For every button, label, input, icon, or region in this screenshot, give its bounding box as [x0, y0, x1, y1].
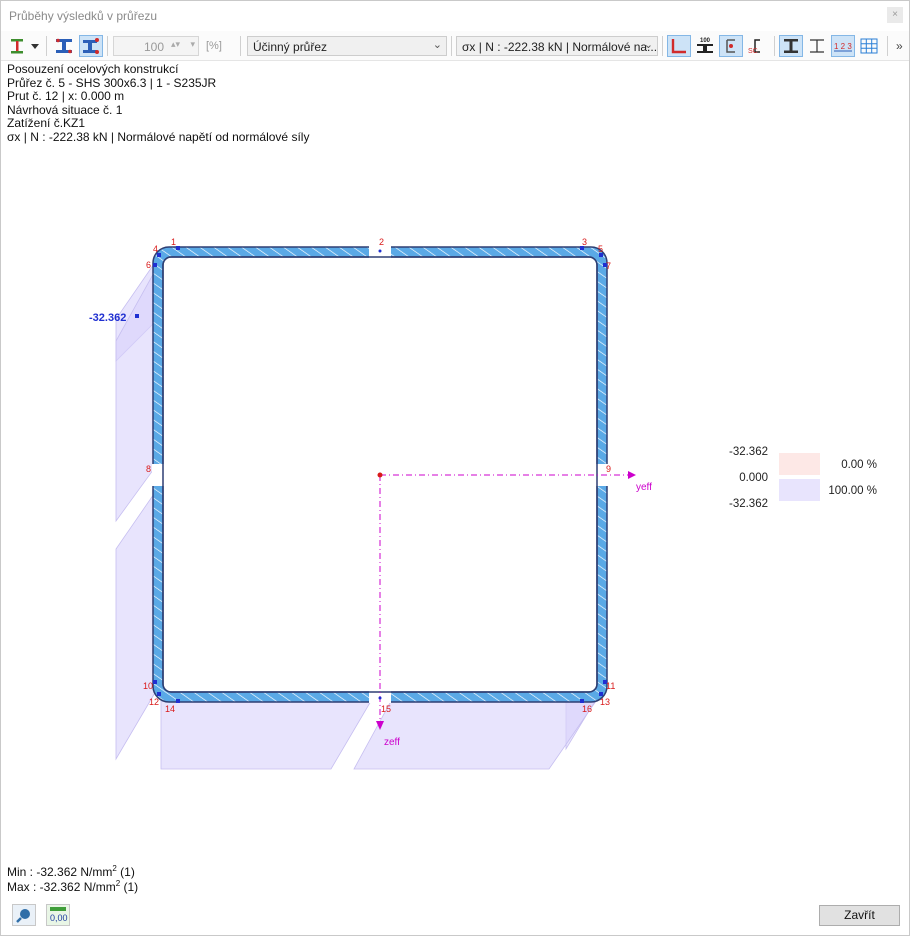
legend-value-bottom: -32.362	[728, 498, 768, 510]
point-label-13: 13	[600, 697, 610, 707]
point-label-2: 2	[379, 237, 384, 247]
min-ref: (1)	[116, 865, 135, 879]
legend-percent-positive: 0.00 %	[841, 459, 877, 471]
result-diagrams-window: Průběhy výsledků v průřezu × 100 ▴▾ ▾ [%…	[0, 0, 910, 936]
point-label-9: 9	[606, 464, 611, 474]
point-label-12: 12	[149, 697, 159, 707]
point-label-8: 8	[146, 464, 151, 474]
legend-value-top: -32.362	[728, 446, 768, 458]
point-label-15: 15	[381, 704, 391, 714]
search-icon	[16, 909, 30, 923]
max-ref: (1)	[120, 880, 139, 894]
section-diagram: yeff zeff 1 2 3 4 5 6 7 8 9 10 11 12 13 …	[89, 237, 652, 770]
point-label-14: 14	[165, 704, 175, 714]
point-label-11: 11	[606, 681, 615, 691]
y-axis-arrow-icon	[628, 471, 636, 479]
min-label: Min : -32.362 N/mm	[7, 865, 113, 879]
point-label-4: 4	[153, 244, 158, 254]
y-axis-label: yeff	[636, 482, 652, 493]
z-axis-label: zeff	[384, 737, 400, 748]
min-value: Min : -32.362 N/mm2 (1)	[7, 864, 135, 879]
max-value: Max : -32.362 N/mm2 (1)	[7, 879, 138, 894]
point-label-7: 7	[606, 261, 611, 271]
decimal-places-icon: 0,00	[50, 907, 68, 923]
point-label-1: 1	[171, 237, 176, 247]
point-label-6: 6	[146, 260, 151, 270]
svg-text:0,00: 0,00	[50, 913, 68, 923]
legend-percent-negative: 100.00 %	[828, 485, 877, 497]
legend-swatch-negative	[779, 479, 820, 501]
point-label-5: 5	[598, 244, 603, 254]
point-label-3: 3	[582, 237, 587, 247]
point-label-10: 10	[143, 681, 153, 691]
legend-swatch-positive	[779, 453, 820, 475]
close-button[interactable]: Zavřít	[819, 905, 900, 926]
centroid-marker	[377, 472, 383, 478]
decimal-places-button[interactable]: 0,00	[46, 904, 70, 926]
stress-value-label: -32.362	[89, 312, 126, 324]
search-button[interactable]	[12, 904, 36, 926]
max-label: Max : -32.362 N/mm	[7, 880, 116, 894]
point-label-16: 16	[582, 704, 592, 714]
legend-value-mid: 0.000	[739, 472, 768, 484]
